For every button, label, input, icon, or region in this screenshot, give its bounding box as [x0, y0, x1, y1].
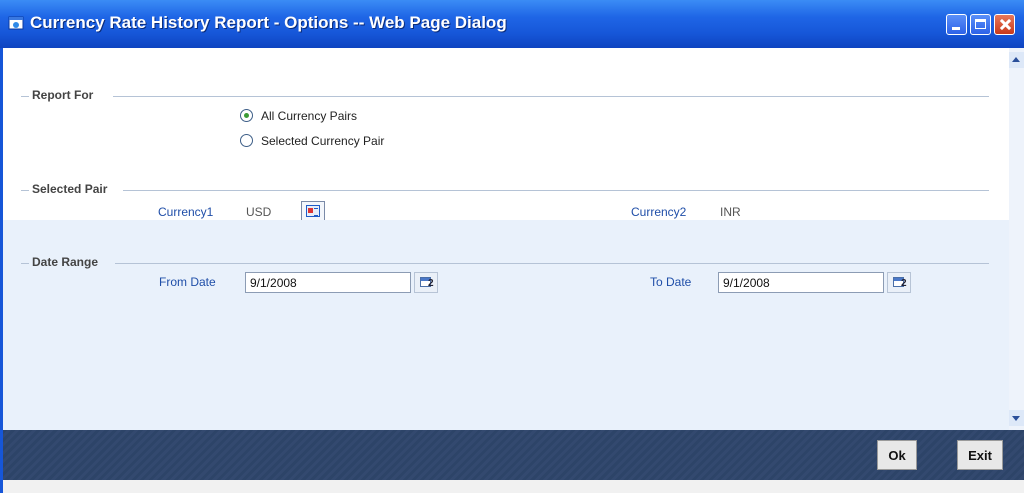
from-date-label: From Date [159, 275, 216, 289]
to-date-input[interactable] [718, 272, 884, 293]
section-rule [123, 190, 989, 191]
section-heading: Selected Pair [32, 182, 112, 196]
to-date-label: To Date [650, 275, 692, 289]
currency2-value: INR [720, 205, 741, 219]
radio-label: Selected Currency Pair [261, 134, 385, 148]
from-date-input[interactable] [245, 272, 411, 293]
section-heading: Date Range [32, 255, 103, 269]
from-date-calendar-button[interactable]: 2 [414, 272, 438, 293]
ok-button[interactable]: Ok [877, 440, 917, 470]
maximize-button[interactable] [970, 14, 991, 35]
window-title: Currency Rate History Report - Options -… [30, 13, 507, 32]
exit-button[interactable]: Exit [957, 440, 1003, 470]
close-button[interactable] [994, 14, 1015, 35]
dialog-content: Report For All Currency Pairs Selected C… [3, 48, 1009, 430]
status-strip [3, 480, 1024, 493]
radio-label: All Currency Pairs [261, 109, 358, 123]
dialog-window: Currency Rate History Report - Options -… [0, 0, 1024, 493]
scroll-down-button[interactable] [1009, 410, 1024, 426]
section-rule [115, 263, 989, 264]
section-dash [21, 96, 29, 97]
calendar-glyph: 2 [428, 278, 434, 289]
section-dash [21, 263, 29, 264]
section-dash [21, 190, 29, 191]
ie-window-icon [8, 16, 24, 30]
section-heading: Report For [32, 88, 98, 102]
footer-bar [3, 430, 1024, 480]
radio-button[interactable] [240, 134, 253, 147]
section-date-range: Date Range [21, 255, 989, 271]
scroll-up-button[interactable] [1009, 52, 1024, 68]
to-date-calendar-button[interactable]: 2 [887, 272, 911, 293]
radio-button-checked[interactable] [240, 109, 253, 122]
currency1-value: USD [246, 205, 272, 219]
section-selected-pair: Selected Pair [21, 182, 989, 198]
minimize-button[interactable] [946, 14, 967, 35]
section-rule [113, 96, 989, 97]
currency1-label: Currency1 [158, 205, 214, 219]
calendar-glyph: 2 [901, 278, 907, 289]
lookup-list-icon [306, 205, 320, 217]
date-range-panel: Date Range From Date 2 To Date 2 [3, 220, 1009, 430]
title-bar[interactable]: Currency Rate History Report - Options -… [0, 0, 1024, 49]
vertical-scrollbar[interactable] [1009, 48, 1024, 430]
section-report-for: Report For [21, 88, 989, 104]
currency1-lookup-button[interactable] [301, 201, 325, 221]
currency2-label: Currency2 [631, 205, 687, 219]
